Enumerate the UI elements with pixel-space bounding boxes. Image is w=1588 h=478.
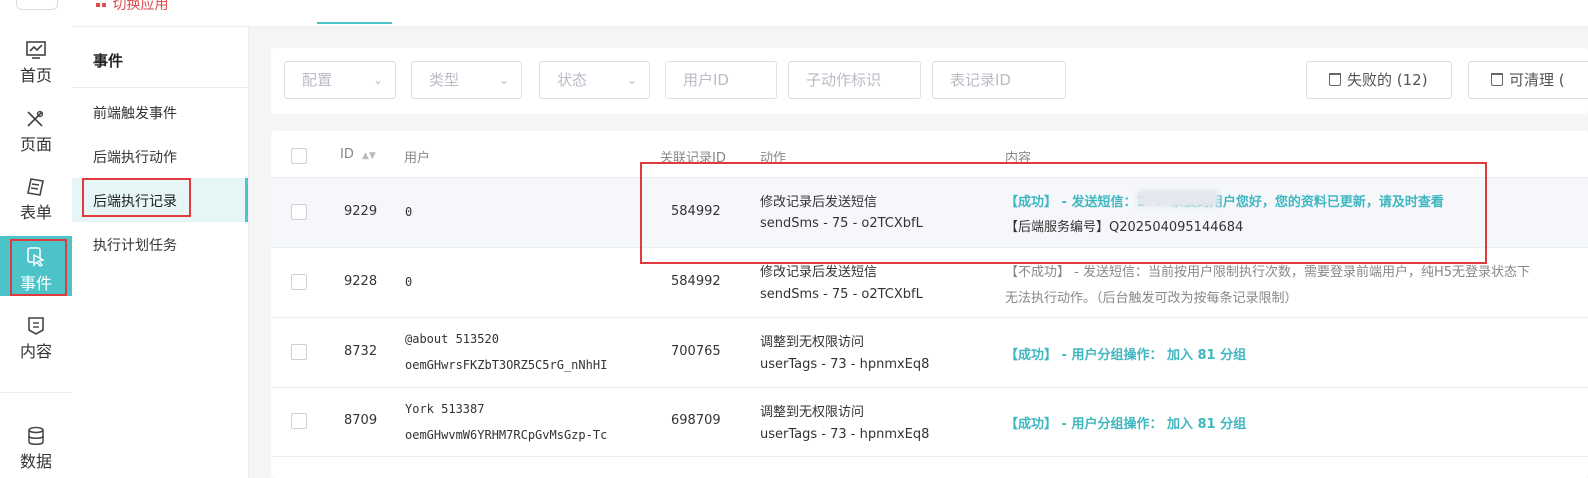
sort-icon: ▲▼ <box>362 151 376 161</box>
row-id: 9228 <box>344 274 378 289</box>
trash-icon <box>1329 73 1341 86</box>
nav-item-content[interactable]: 内容 <box>0 316 72 366</box>
row-related-id: 698709 <box>671 413 721 428</box>
subnav-item-frontend-events[interactable]: 前端触发事件 <box>93 103 177 123</box>
row-id: 8732 <box>344 344 378 359</box>
table-bottom-border <box>271 456 1588 457</box>
table-row[interactable] <box>271 387 1588 458</box>
row-action-code: userTags - 73 - hpnmxEq8 <box>760 427 930 442</box>
row-user-name: @about 513520 <box>405 332 499 346</box>
row-id: 8709 <box>344 413 378 428</box>
chevron-down-icon: ⌄ <box>372 73 383 87</box>
database-icon <box>28 426 44 445</box>
nav-divider <box>0 392 72 393</box>
content-doc-icon <box>28 317 44 335</box>
user-id-input[interactable]: 用户ID <box>665 61 777 99</box>
status-select[interactable]: 状态 ⌄ <box>539 61 650 99</box>
record-id-input[interactable]: 表记录ID <box>932 61 1066 99</box>
sub-action-input[interactable]: 子动作标识 <box>788 61 921 99</box>
row-action-code: userTags - 73 - hpnmxEq8 <box>760 357 930 372</box>
nav-label: 内容 <box>19 342 52 361</box>
row-content-detail: 无法执行动作。（后台触发可改为按每条记录限制） <box>1005 291 1298 306</box>
clearable-filter-button[interactable]: 可清理 ( <box>1468 61 1588 99</box>
subnav-divider <box>72 87 248 88</box>
nav-label: 首页 <box>19 66 52 85</box>
failed-filter-button[interactable]: 失败的 (12) <box>1306 61 1452 99</box>
row-id: 9229 <box>344 204 378 219</box>
nav-item-data[interactable]: 数据 <box>0 426 72 476</box>
record-id-placeholder: 表记录ID <box>950 71 1011 89</box>
clearable-button-label: 可清理 ( <box>1509 71 1565 89</box>
nav-item-home[interactable]: 首页 <box>0 40 72 90</box>
design-tools-icon <box>27 110 44 127</box>
nav-label: 页面 <box>19 135 52 154</box>
grid-icon <box>96 3 100 7</box>
switch-app-link[interactable]: 切换应用 <box>96 0 168 14</box>
grid-icon <box>102 3 106 7</box>
chevron-down-icon: ⌄ <box>498 73 509 87</box>
row-user-openid: oemGHwrsFKZbT3ORZ5C5rG_nNhHI <box>405 358 608 372</box>
annotation-highlight-record <box>640 162 1487 264</box>
row-checkbox[interactable] <box>291 413 307 429</box>
config-select[interactable]: 配置 ⌄ <box>284 61 396 99</box>
type-select[interactable]: 类型 ⌄ <box>411 61 522 99</box>
chevron-down-icon: ⌄ <box>626 73 637 87</box>
row-user-openid: oemGHwvmW6YRHM7RCpGvMsGzp-Tc <box>405 428 608 442</box>
nav-label: 数据 <box>19 452 52 471</box>
form-edit-icon <box>27 178 44 196</box>
row-user-name: York 513387 <box>405 402 485 416</box>
row-user: 0 <box>405 205 413 219</box>
row-checkbox[interactable] <box>291 344 307 360</box>
app-logo-box[interactable] <box>16 0 58 10</box>
row-checkbox[interactable] <box>291 274 307 290</box>
row-action-code: sendSms - 75 - o2TCXbfL <box>760 287 923 302</box>
row-action-name: 调整到无权限访问 <box>760 335 865 350</box>
trash-icon <box>1491 73 1503 86</box>
active-tab-indicator <box>317 22 392 24</box>
nav-item-forms[interactable]: 表单 <box>0 177 72 227</box>
column-header-id[interactable]: ID ▲▼ <box>340 147 376 162</box>
failed-button-label: 失败的 (12) <box>1347 71 1428 89</box>
config-placeholder: 配置 <box>302 71 333 89</box>
annotation-highlight-events-nav <box>10 239 67 296</box>
row-related-id: 700765 <box>671 344 721 359</box>
subnav-item-backend-actions[interactable]: 后端执行动作 <box>93 147 177 167</box>
row-user: 0 <box>405 275 413 289</box>
table-row[interactable] <box>271 317 1588 388</box>
top-bar <box>72 0 1588 27</box>
row-action-name: 调整到无权限访问 <box>760 405 865 420</box>
status-placeholder: 状态 <box>557 71 588 89</box>
nav-label: 表单 <box>19 203 52 222</box>
annotation-highlight-backend-logs <box>82 178 191 217</box>
row-content-status: 【成功】 - 用户分组操作： 加入 81 分组 <box>1005 417 1247 432</box>
select-all-checkbox[interactable] <box>291 148 307 164</box>
sub-action-placeholder: 子动作标识 <box>806 71 882 89</box>
type-placeholder: 类型 <box>429 71 460 89</box>
row-related-id: 584992 <box>671 274 721 289</box>
switch-app-label: 切换应用 <box>112 0 169 13</box>
subnav-title: 事件 <box>93 52 124 70</box>
subnav-item-scheduled-tasks[interactable]: 执行计划任务 <box>93 235 177 255</box>
chart-monitor-icon <box>26 41 46 59</box>
user-id-placeholder: 用户ID <box>683 71 729 89</box>
column-header-user: 用户 <box>404 151 431 166</box>
nav-item-pages[interactable]: 页面 <box>0 109 72 159</box>
column-header-id-label: ID <box>340 147 354 162</box>
row-content-status: 【成功】 - 用户分组操作： 加入 81 分组 <box>1005 348 1247 363</box>
row-checkbox[interactable] <box>291 204 307 220</box>
icon-sidebar: 首页 页面 表单 事件 内容 数据 <box>0 0 73 478</box>
